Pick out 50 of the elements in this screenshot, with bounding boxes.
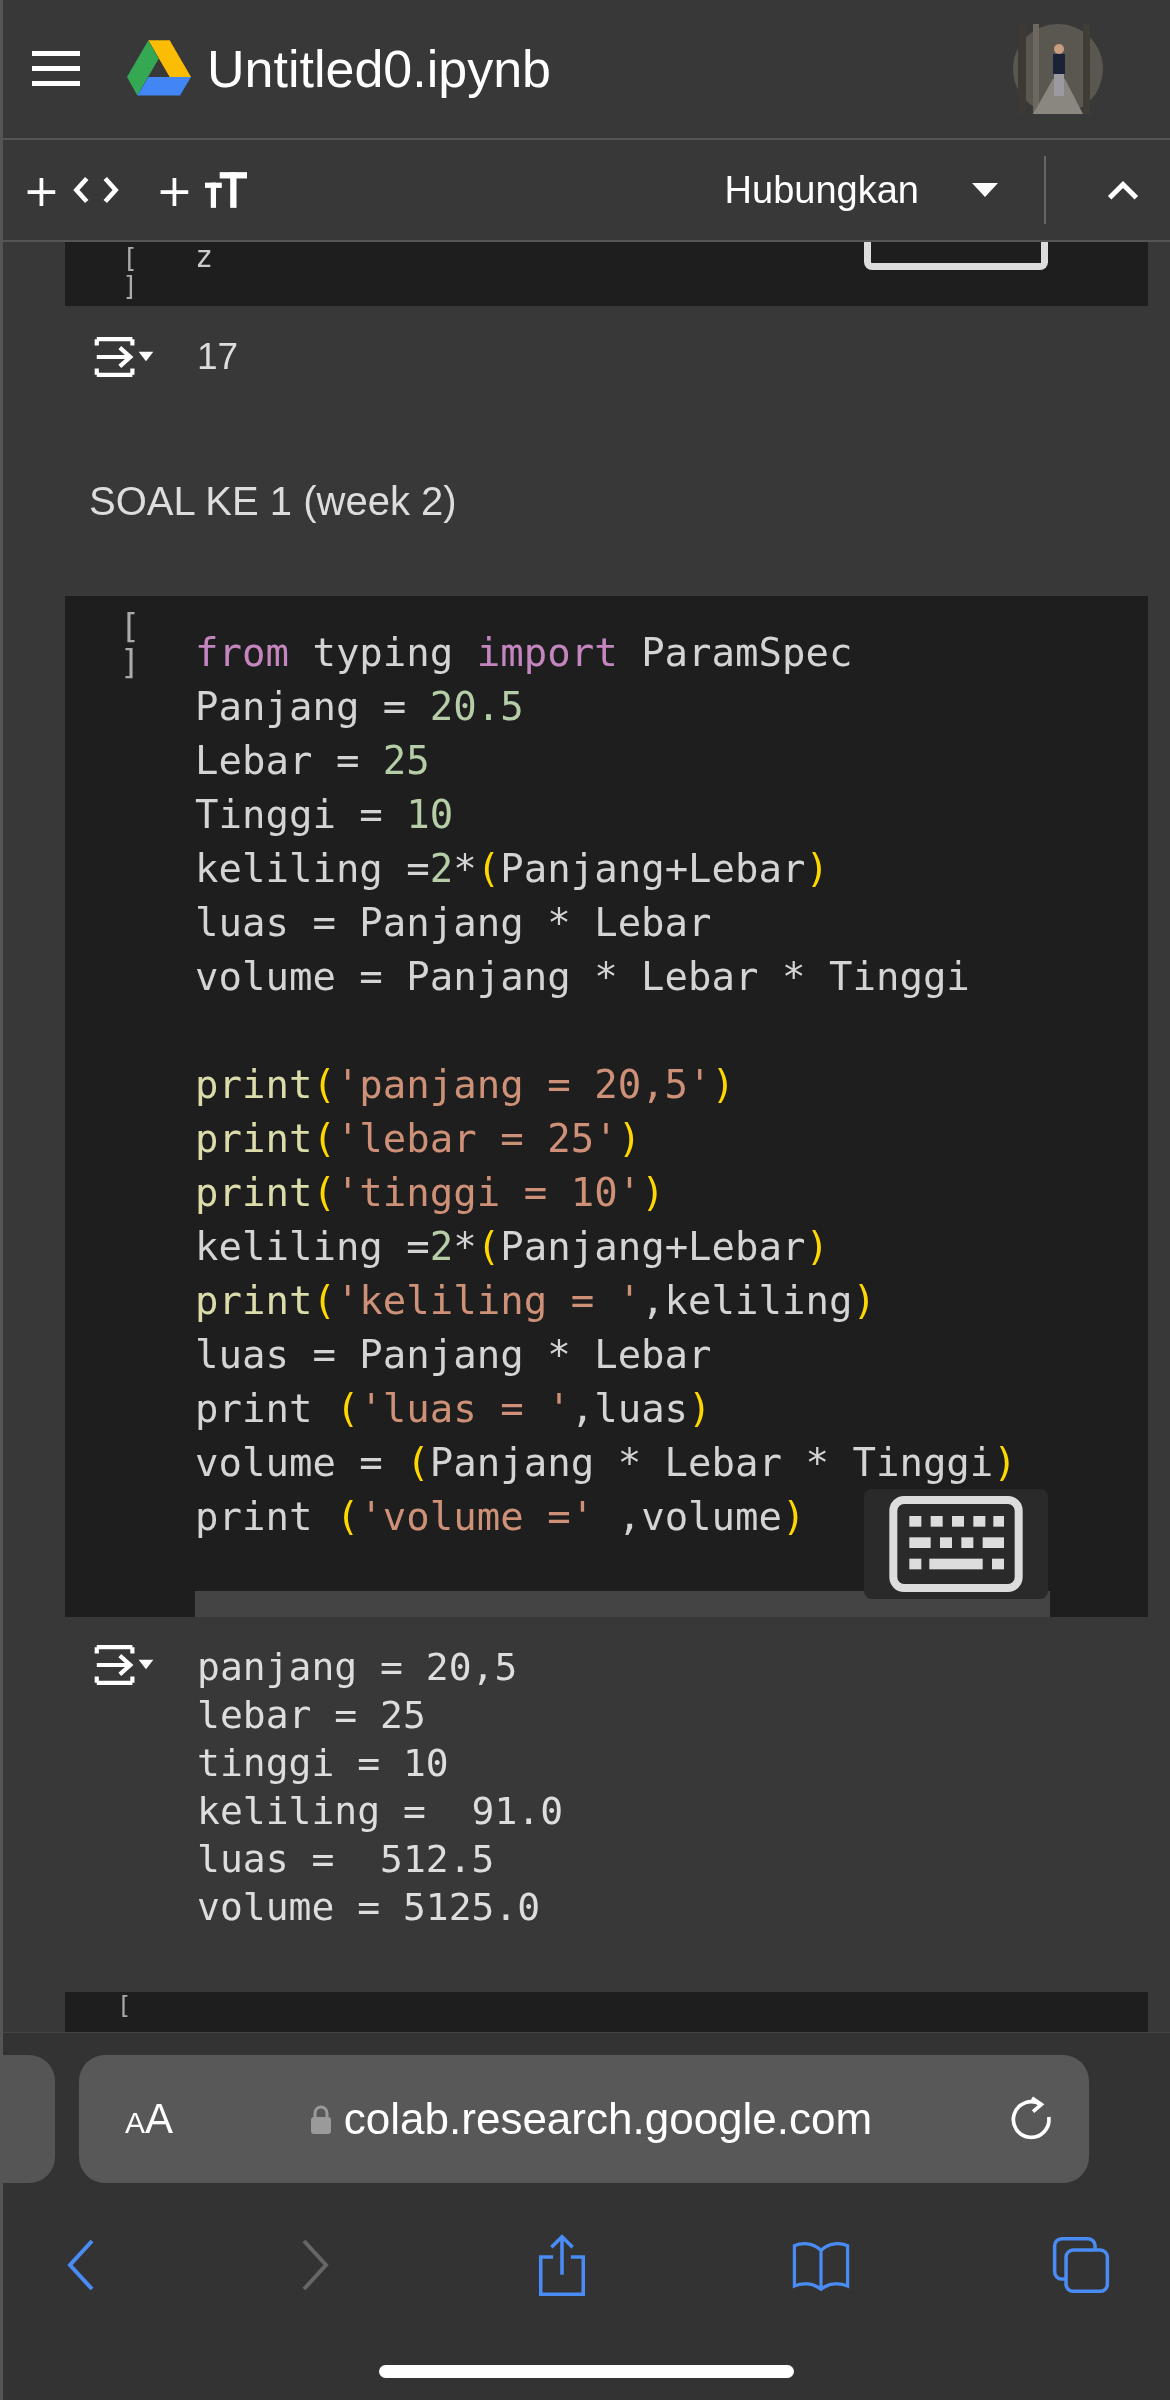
output-line: tinggi = 10 xyxy=(197,1740,450,1787)
code-icon xyxy=(71,175,120,205)
code-line: print('tinggi = 10') xyxy=(195,1169,665,1217)
code-line: print('lebar = 25') xyxy=(195,1115,642,1163)
reader-button[interactable]: AA xyxy=(125,2095,174,2143)
code-line: print ('volume =' ,volume) xyxy=(195,1493,806,1541)
code-line: print('panjang = 20,5') xyxy=(195,1061,736,1109)
code-line: from typing import ParamSpec xyxy=(195,629,853,677)
run-bracket: ] xyxy=(122,272,138,300)
code-line: Tinggi = 10 xyxy=(195,791,454,839)
text-cell-heading: SOAL KE 1 (week 2) xyxy=(89,478,457,524)
code-line: keliling =2*(Panjang+Lebar) xyxy=(195,1223,829,1271)
output-line: volume = 5125.0 xyxy=(197,1884,542,1931)
code-cell[interactable] xyxy=(65,596,1148,1617)
output-line: keliling = 91.0 xyxy=(197,1788,564,1835)
code-line: volume = Panjang * Lebar * Tinggi xyxy=(195,953,970,1001)
run-bracket: ] xyxy=(119,644,141,680)
code-line: luas = Panjang * Lebar xyxy=(195,899,712,947)
connect-button[interactable]: Hubungkan xyxy=(724,168,919,212)
code-line: z xyxy=(195,242,214,276)
code-line: luas = Panjang * Lebar xyxy=(195,1331,712,1379)
output-line: luas = 512.5 xyxy=(197,1836,496,1883)
add-text-button[interactable]: + xyxy=(155,164,247,216)
code-line: print ('luas = ',luas) xyxy=(195,1385,712,1433)
code-cell[interactable]: [ ] z xyxy=(65,242,1148,306)
code-line: Panjang = 20.5 xyxy=(195,683,524,731)
output-line: panjang = 20,5 xyxy=(197,1644,519,1691)
code-line: volume = (Panjang * Lebar * Tinggi) xyxy=(195,1439,1017,1487)
output-text: 17 xyxy=(197,336,239,378)
run-bracket: [ xyxy=(117,1992,132,2020)
output-line: lebar = 25 xyxy=(197,1692,427,1739)
notebook-title: Untitled0.ipynb xyxy=(207,39,552,99)
scrollbar[interactable] xyxy=(195,1591,1050,1617)
run-bracket: [ xyxy=(119,608,141,644)
dropdown-caret-icon[interactable] xyxy=(971,183,999,197)
keyboard-icon xyxy=(886,1496,1026,1592)
drive-logo-icon xyxy=(127,40,191,98)
url-text: colab.research.google.com xyxy=(343,2094,873,2144)
code-line: keliling =2*(Panjang+Lebar) xyxy=(195,845,829,893)
collapse-chevron-icon[interactable] xyxy=(1106,180,1140,200)
code-line: print('keliling = ',keliling) xyxy=(195,1277,876,1325)
code-line: Lebar = 25 xyxy=(195,737,430,785)
address-bar[interactable]: AA colab.research.google.com xyxy=(79,2055,1089,2183)
lock-icon xyxy=(309,2104,332,2134)
add-code-button[interactable]: + xyxy=(23,164,120,216)
text-format-icon xyxy=(204,172,247,208)
code-cell[interactable]: [ xyxy=(65,1992,1148,2032)
run-bracket: [ xyxy=(122,244,138,272)
tabs-icon[interactable] xyxy=(1052,2234,1110,2296)
menu-icon[interactable] xyxy=(31,51,81,87)
